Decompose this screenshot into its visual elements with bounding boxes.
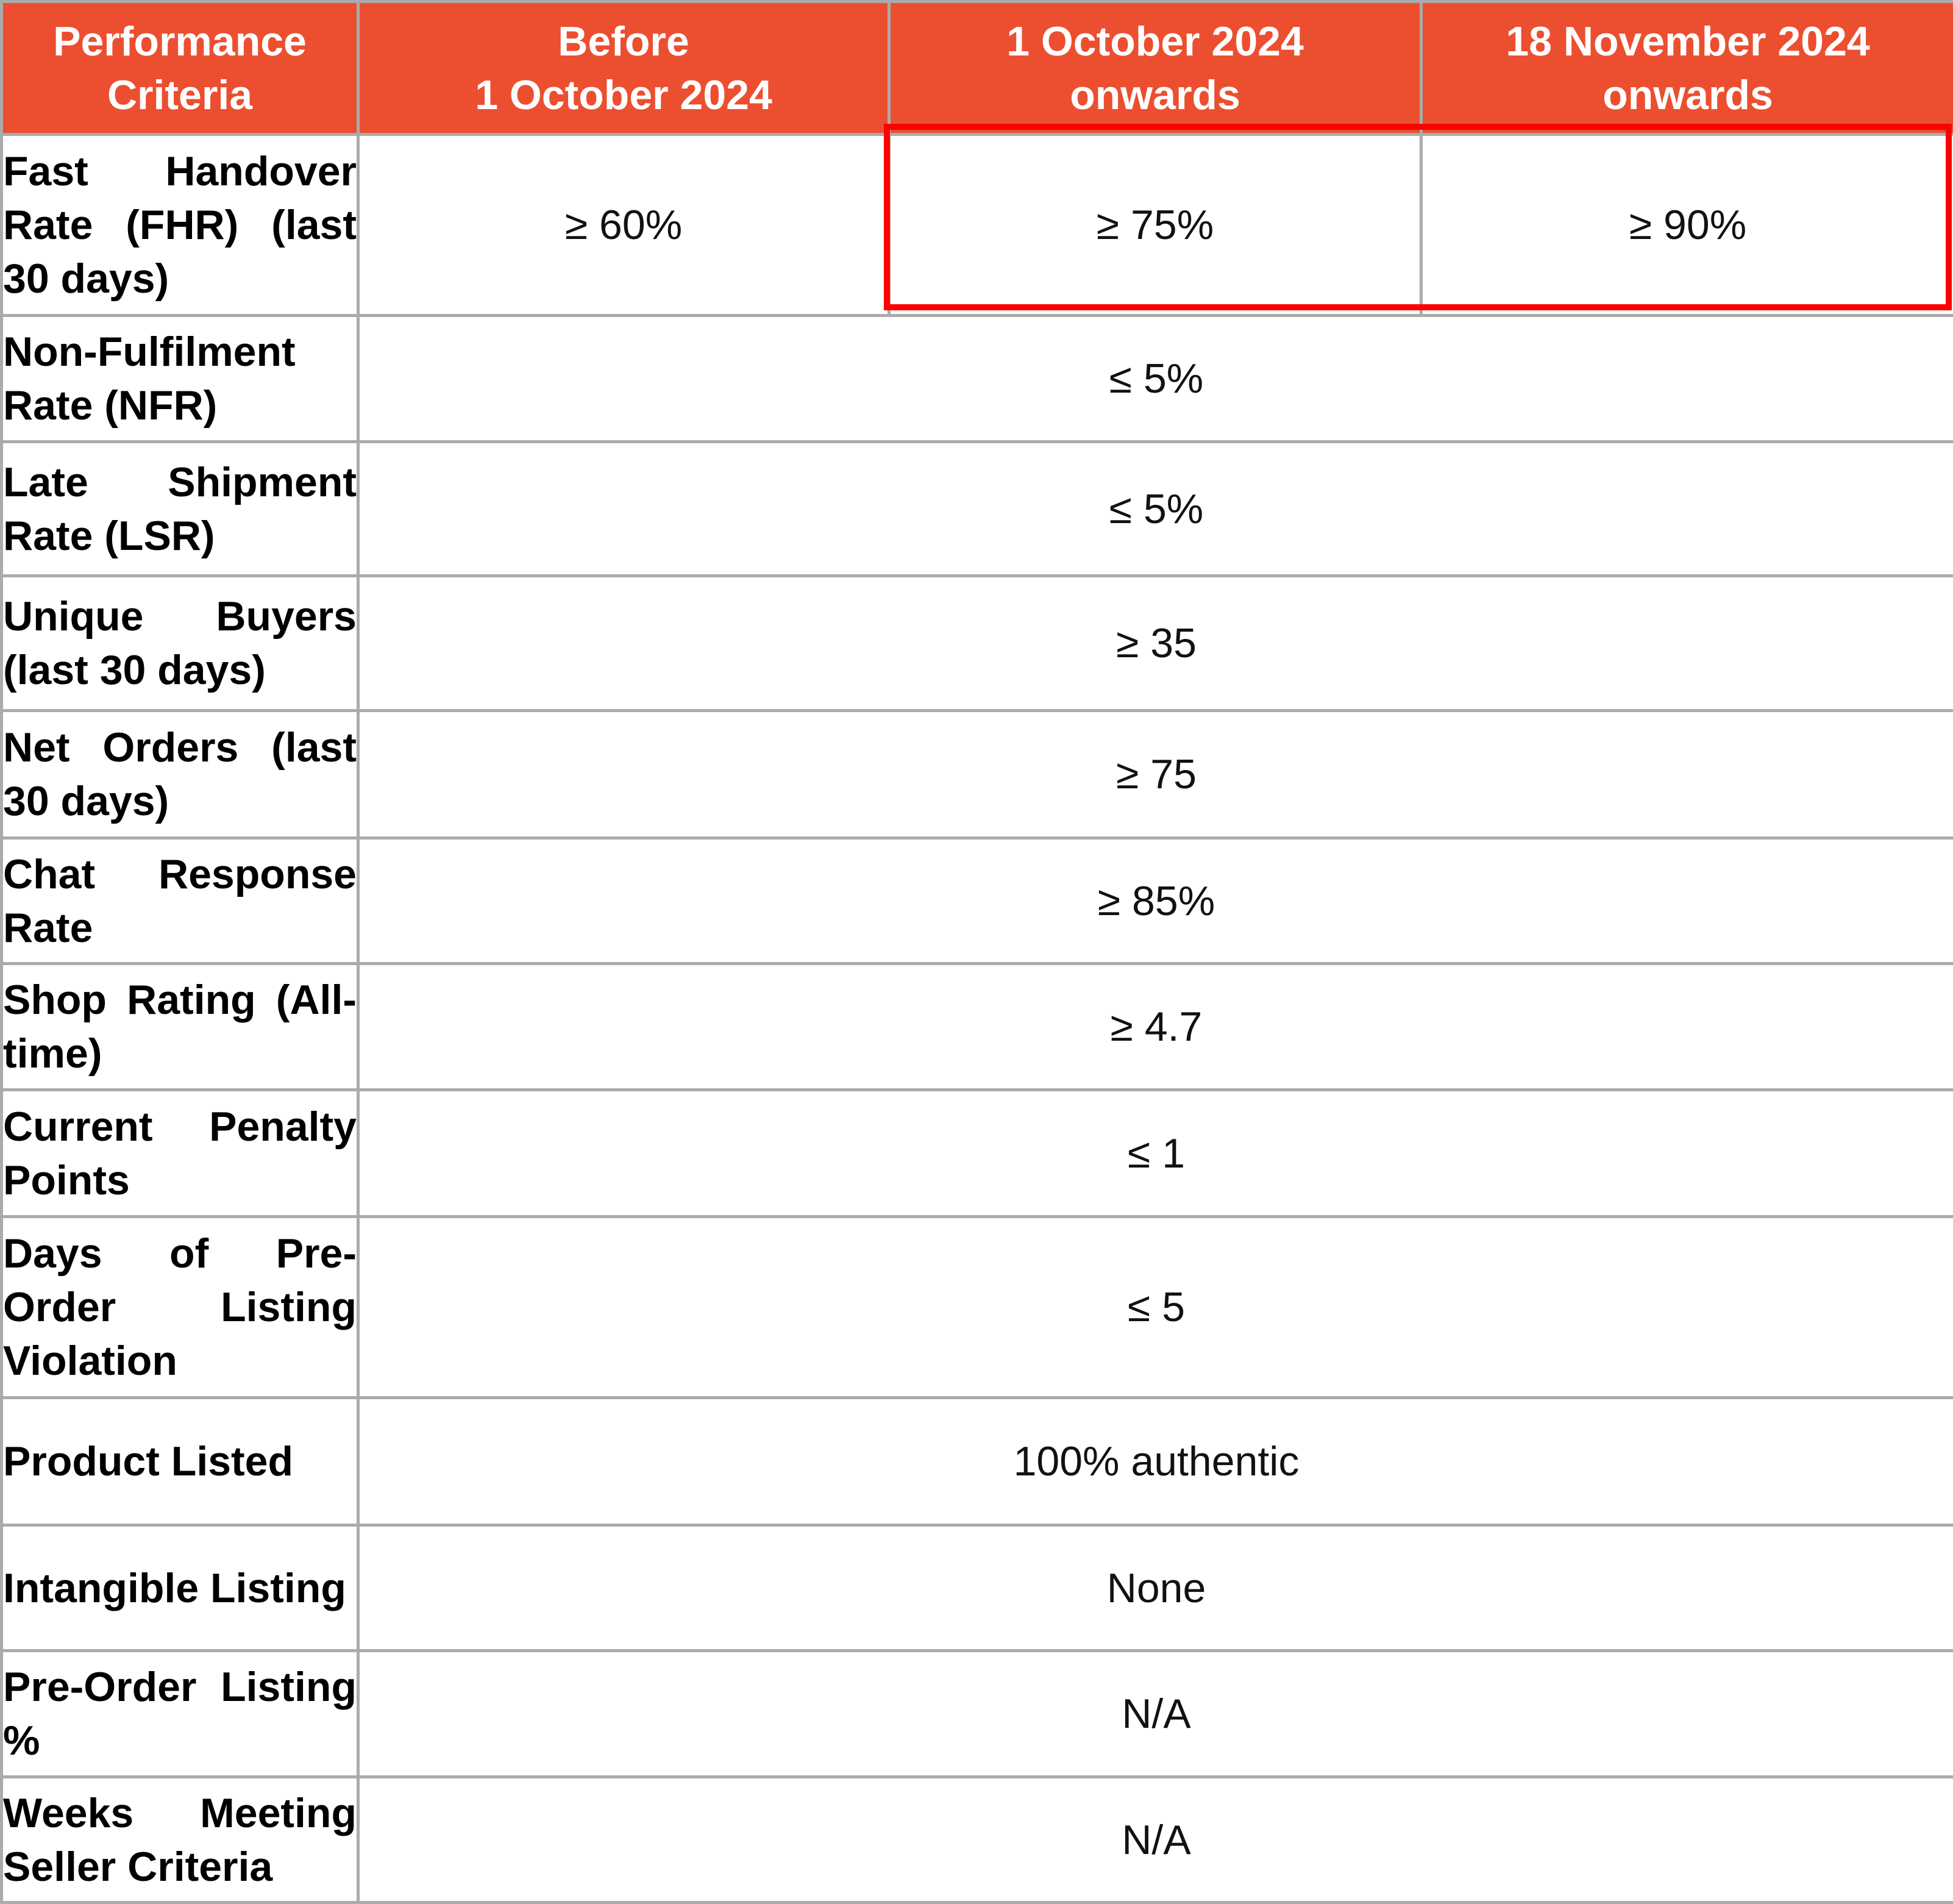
header-row: Performance Criteria Before 1 October 2024… bbox=[0, 0, 1953, 136]
criterion-value: ≤ 5% bbox=[357, 314, 1953, 443]
criterion-value: ≥ 75 bbox=[357, 709, 1953, 840]
table-row: Days of Pre-Order Listing Violation ≤ 5 bbox=[0, 1215, 1953, 1399]
criterion-value: ≤ 5 bbox=[357, 1215, 1953, 1399]
criterion-label: Product Listed bbox=[0, 1396, 360, 1527]
header-1-oct-2024-onwards: 1 October 2024 onwards bbox=[888, 0, 1423, 136]
value-from-18-nov: ≥ 90% bbox=[1420, 133, 1953, 317]
criterion-value: ≤ 5% bbox=[357, 440, 1953, 577]
value-from-1-oct: ≥ 75% bbox=[888, 133, 1423, 317]
table-row: Product Listed 100% authentic bbox=[0, 1396, 1953, 1527]
table-row: Non-Fulfilment Rate (NFR) ≤ 5% bbox=[0, 314, 1953, 443]
criterion-label: Net Orders (last 30 days) bbox=[0, 709, 360, 840]
criterion-label: Pre-Order Listing % bbox=[0, 1649, 360, 1778]
value-before-1-oct: ≥ 60% bbox=[357, 133, 891, 317]
table-row: Late Shipment Rate (LSR) ≤ 5% bbox=[0, 440, 1953, 577]
criterion-label: Current Penalty Points bbox=[0, 1088, 360, 1218]
criterion-label: Shop Rating (All-time) bbox=[0, 962, 360, 1091]
table-row: Unique Buyers (last 30 days) ≥ 35 bbox=[0, 574, 1953, 712]
criterion-value: ≤ 1 bbox=[357, 1088, 1953, 1218]
table-row: Weeks Meeting Seller Criteria N/A bbox=[0, 1775, 1953, 1904]
criterion-label: Late Shipment Rate (LSR) bbox=[0, 440, 360, 577]
criterion-value: 100% authentic bbox=[357, 1396, 1953, 1527]
table-row: Intangible Listing None bbox=[0, 1524, 1953, 1652]
header-performance-criteria: Performance Criteria bbox=[0, 0, 360, 136]
criterion-value: ≥ 85% bbox=[357, 836, 1953, 965]
criterion-value: ≥ 35 bbox=[357, 574, 1953, 712]
criterion-value: N/A bbox=[357, 1649, 1953, 1778]
table-row: Fast Handover Rate (FHR) (last 30 days) … bbox=[0, 133, 1953, 317]
criterion-label: Chat Response Rate bbox=[0, 836, 360, 965]
criterion-value: None bbox=[357, 1524, 1953, 1652]
criterion-label: Days of Pre-Order Listing Violation bbox=[0, 1215, 360, 1399]
criterion-label: Intangible Listing bbox=[0, 1524, 360, 1652]
table-row: Current Penalty Points ≤ 1 bbox=[0, 1088, 1953, 1218]
criterion-label: Non-Fulfilment Rate (NFR) bbox=[0, 314, 360, 443]
seller-criteria-table: Performance Criteria Before 1 October 2024… bbox=[0, 0, 1953, 1904]
table-row: Shop Rating (All-time) ≥ 4.7 bbox=[0, 962, 1953, 1091]
header-before-1-oct-2024: Before 1 October 2024 bbox=[357, 0, 891, 136]
criterion-label: Fast Handover Rate (FHR) (last 30 days) bbox=[0, 133, 360, 317]
header-18-nov-2024-onwards: 18 November 2024 onwards bbox=[1420, 0, 1953, 136]
table-row: Pre-Order Listing % N/A bbox=[0, 1649, 1953, 1778]
criterion-label: Weeks Meeting Seller Criteria bbox=[0, 1775, 360, 1904]
criterion-value: N/A bbox=[357, 1775, 1953, 1904]
criterion-label: Unique Buyers (last 30 days) bbox=[0, 574, 360, 712]
criterion-value: ≥ 4.7 bbox=[357, 962, 1953, 1091]
table-row: Net Orders (last 30 days) ≥ 75 bbox=[0, 709, 1953, 840]
table-row: Chat Response Rate ≥ 85% bbox=[0, 836, 1953, 965]
